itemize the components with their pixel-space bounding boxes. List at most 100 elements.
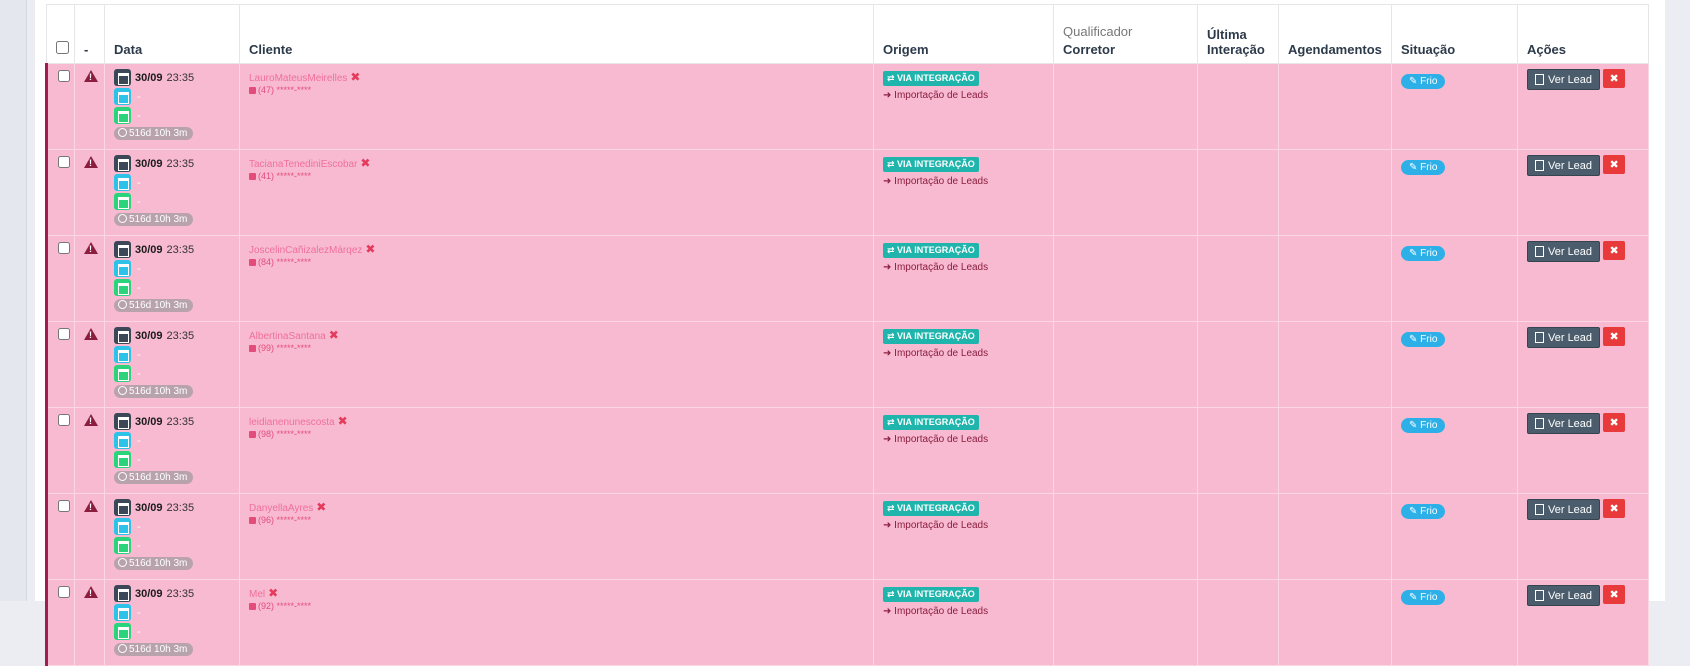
remove-client-icon[interactable]: ✖	[329, 328, 339, 342]
ver-lead-button[interactable]: Ver Lead	[1527, 69, 1601, 90]
phone-icon	[249, 259, 256, 266]
alert-cell	[74, 321, 105, 408]
client-name-link[interactable]: JoscelinCañizalezMárqez	[249, 245, 362, 256]
client-phone: (84) *****-****	[249, 257, 864, 267]
client-name-link[interactable]: leidianenunescosta	[249, 417, 335, 428]
ver-lead-label: Ver Lead	[1548, 589, 1593, 602]
table-row[interactable]: 30/0923:35 - - 516d 10h 3m leidianenunes…	[45, 407, 1649, 494]
header-origem[interactable]: Origem	[873, 4, 1054, 64]
delete-button[interactable]: ✖	[1603, 155, 1626, 174]
date-3-value: -	[137, 453, 141, 466]
via-text: VIA INTEGRAÇÃO	[897, 503, 975, 513]
calendar-icon	[114, 585, 131, 602]
phone-text: (99) *****-****	[258, 343, 312, 353]
table-row[interactable]: 30/0923:35 - - 516d 10h 3m TacianaTenedi…	[45, 149, 1649, 236]
date-value: 30/09	[135, 329, 163, 342]
delete-button[interactable]: ✖	[1603, 69, 1626, 88]
table-row[interactable]: 30/0923:35 - - 516d 10h 3m Mel✖ (92) ***…	[45, 579, 1649, 666]
origin-cell: ⇄ VIA INTEGRAÇÃO ➜ Importação de Leads	[873, 235, 1054, 322]
time-value: 23:35	[166, 501, 195, 514]
client-cell: AlbertinaSantana ✖ (99) *****-****	[239, 321, 874, 408]
row-checkbox[interactable]	[58, 156, 70, 168]
ver-lead-button[interactable]: Ver Lead	[1527, 585, 1601, 606]
delete-button[interactable]: ✖	[1603, 241, 1626, 260]
calendar-event-icon	[114, 537, 131, 554]
select-all-checkbox[interactable]	[56, 41, 69, 54]
origin-text: Importação de Leads	[894, 262, 989, 273]
ver-lead-button[interactable]: Ver Lead	[1527, 413, 1601, 434]
client-name-link[interactable]: DanyellaAyres	[249, 503, 313, 514]
table-body: 30/0923:35 - - 516d 10h 3m LauroMateusMe…	[45, 63, 1649, 666]
calendar-icon	[114, 327, 131, 344]
remove-client-icon[interactable]: ✖	[316, 500, 326, 514]
delete-button[interactable]: ✖	[1603, 413, 1626, 432]
header-cliente[interactable]: Cliente	[239, 4, 874, 64]
table-row[interactable]: 30/0923:35 - - 516d 10h 3m JoscelinCañiz…	[45, 235, 1649, 322]
elapsed-text: 516d 10h 3m	[129, 472, 188, 483]
alert-cell	[74, 149, 105, 236]
row-checkbox[interactable]	[58, 328, 70, 340]
via-text: VIA INTEGRAÇÃO	[897, 331, 975, 341]
time-value: 23:35	[166, 71, 195, 84]
situacao-cell: ✎ Frio	[1391, 149, 1518, 236]
date-3-value: -	[137, 625, 141, 638]
time-value: 23:35	[166, 243, 195, 256]
delete-button[interactable]: ✖	[1603, 327, 1626, 346]
document-icon	[1535, 160, 1544, 171]
client-name-link[interactable]: TacianaTenediniEscobar	[249, 159, 357, 170]
phone-text: (47) *****-****	[258, 85, 312, 95]
header-data[interactable]: Data	[104, 4, 240, 64]
situacao-cell: ✎ Frio	[1391, 579, 1518, 666]
client-name-link[interactable]: AlbertinaSantana	[249, 331, 326, 342]
table-row[interactable]: 30/0923:35 - - 516d 10h 3m AlbertinaSant…	[45, 321, 1649, 408]
remove-client-icon[interactable]: ✖	[365, 242, 375, 256]
client-phone: (96) *****-****	[249, 515, 864, 525]
origin-import: ➜ Importação de Leads	[883, 606, 989, 617]
ver-lead-label: Ver Lead	[1548, 73, 1593, 86]
header-qualificador-corretor[interactable]: Qualificador Corretor	[1053, 4, 1198, 64]
client-name-link[interactable]: LauroMateusMeirelles	[249, 73, 347, 84]
phone-icon	[249, 87, 256, 94]
corretor-cell	[1053, 149, 1198, 236]
row-checkbox[interactable]	[58, 242, 70, 254]
client-phone: (99) *****-****	[249, 343, 864, 353]
origin-text: Importação de Leads	[894, 348, 989, 359]
table-row[interactable]: 30/0923:35 - - 516d 10h 3m DanyellaAyres…	[45, 493, 1649, 580]
header-agendamentos[interactable]: Agendamentos	[1278, 4, 1392, 64]
date-3-value: -	[137, 195, 141, 208]
frio-badge: ✎ Frio	[1401, 246, 1446, 261]
via-integracao-badge: ⇄ VIA INTEGRAÇÃO	[883, 501, 979, 516]
ultima-interacao-cell	[1197, 149, 1279, 236]
remove-client-icon[interactable]: ✖	[360, 156, 370, 170]
header-situacao[interactable]: Situação	[1391, 4, 1518, 64]
remove-client-icon[interactable]: ✖	[268, 586, 278, 600]
agendamentos-cell	[1278, 149, 1392, 236]
via-text: VIA INTEGRAÇÃO	[897, 245, 975, 255]
warning-icon	[84, 156, 98, 168]
remove-client-icon[interactable]: ✖	[350, 70, 360, 84]
ver-lead-button[interactable]: Ver Lead	[1527, 155, 1601, 176]
phone-text: (41) *****-****	[258, 171, 312, 181]
table-row[interactable]: 30/0923:35 - - 516d 10h 3m LauroMateusMe…	[45, 63, 1649, 150]
ver-lead-button[interactable]: Ver Lead	[1527, 327, 1601, 348]
ver-lead-button[interactable]: Ver Lead	[1527, 241, 1601, 262]
remove-client-icon[interactable]: ✖	[338, 414, 348, 428]
agendamentos-cell	[1278, 63, 1392, 150]
row-checkbox[interactable]	[58, 414, 70, 426]
ver-lead-button[interactable]: Ver Lead	[1527, 499, 1601, 520]
row-checkbox[interactable]	[58, 70, 70, 82]
date-value: 30/09	[135, 587, 163, 600]
row-checkbox[interactable]	[58, 586, 70, 598]
delete-button[interactable]: ✖	[1603, 585, 1626, 604]
date-cell: 30/09 23:35 - - 516d 10h 3m	[104, 579, 240, 666]
situacao-text: Frio	[1420, 334, 1438, 345]
header-ultima-interacao[interactable]: Última Interação	[1197, 4, 1279, 64]
ver-lead-label: Ver Lead	[1548, 417, 1593, 430]
client-name-link[interactable]: Mel	[249, 589, 265, 600]
delete-button[interactable]: ✖	[1603, 499, 1626, 518]
actions-cell: Ver Lead ✖	[1517, 321, 1649, 408]
client-cell: JoscelinCañizalezMárqez ✖ (84) *****-****	[239, 235, 874, 322]
elapsed-time-badge: 516d 10h 3m	[114, 213, 194, 226]
calendar-event-icon	[114, 279, 131, 296]
row-checkbox[interactable]	[58, 500, 70, 512]
